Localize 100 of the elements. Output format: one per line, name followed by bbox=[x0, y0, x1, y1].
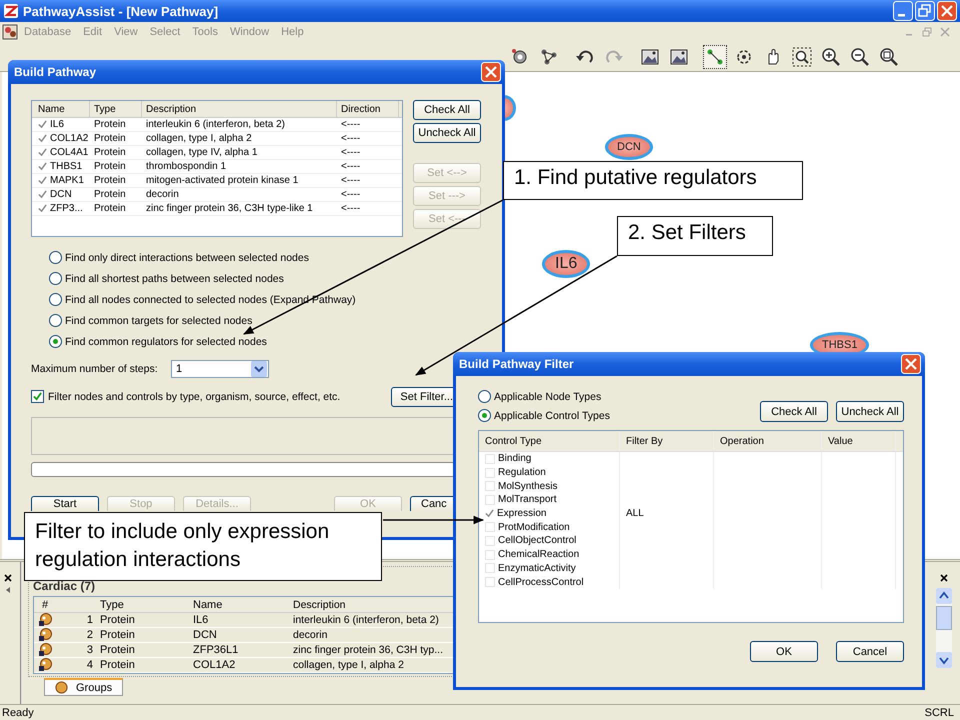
row-number: 3 bbox=[86, 644, 93, 656]
node: DCN bbox=[605, 134, 653, 160]
table-cell: EnzymaticActivity bbox=[498, 562, 576, 574]
window-title: PathwayAssist - [New Pathway] bbox=[23, 4, 220, 18]
row-number: 4 bbox=[86, 659, 93, 671]
radio-button[interactable] bbox=[478, 409, 491, 422]
radio-button[interactable] bbox=[49, 335, 62, 348]
table-cell: DCN bbox=[50, 189, 72, 200]
table-cell-text: <---- bbox=[340, 174, 362, 187]
tab[interactable]: Groups bbox=[44, 678, 124, 696]
table-cell-text: Protein bbox=[93, 132, 127, 145]
zoom-box-icon[interactable] bbox=[790, 44, 814, 68]
minimize-button[interactable] bbox=[893, 1, 913, 21]
column-header[interactable]: Description bbox=[142, 101, 337, 117]
table-cell-text: Protein bbox=[99, 629, 136, 641]
table-cell-text: DCN bbox=[192, 629, 218, 641]
dialog-title: Build Pathway Filter bbox=[459, 357, 574, 371]
table-cell: IL6 bbox=[50, 119, 64, 130]
status-indicator: SCRL bbox=[924, 706, 954, 718]
table-cell-text: decorin bbox=[145, 188, 180, 201]
close-icon[interactable] bbox=[4, 574, 12, 582]
radio-button[interactable] bbox=[49, 251, 62, 264]
scroll-thumb[interactable] bbox=[936, 606, 952, 630]
button[interactable]: Uncheck All bbox=[413, 123, 481, 143]
table-cell: CellProcessControl bbox=[498, 576, 584, 588]
table-cell-text: Protein bbox=[99, 614, 136, 626]
arrow-left-icon[interactable] bbox=[4, 586, 12, 594]
column-header[interactable]: Direction bbox=[337, 101, 399, 117]
table-cell-text: Protein bbox=[93, 160, 127, 173]
table-cell: ZFP3... bbox=[50, 203, 83, 214]
option-label[interactable]: Find all shortest paths between selected nodes bbox=[65, 272, 284, 284]
check-icon[interactable] bbox=[485, 509, 494, 518]
dialog-title: Build Pathway bbox=[14, 65, 96, 79]
scroll-up-button[interactable] bbox=[936, 588, 952, 604]
table-cell-text: <---- bbox=[340, 132, 362, 145]
table-cell: ChemicalReaction bbox=[498, 549, 580, 560]
steps-dropdown[interactable]: 1 bbox=[171, 360, 269, 378]
table-cell: MAPK1 bbox=[50, 175, 84, 186]
table-cell-text: <---- bbox=[340, 146, 362, 159]
button[interactable]: Check All bbox=[760, 401, 828, 422]
table-cell: ALL bbox=[626, 508, 644, 520]
node: IL6 bbox=[542, 250, 590, 278]
button[interactable]: OK bbox=[750, 641, 818, 662]
table-cell-text: <---- bbox=[340, 202, 362, 215]
table-cell-text: Protein bbox=[93, 202, 127, 215]
button[interactable]: Check All bbox=[413, 100, 481, 120]
check-icon[interactable] bbox=[38, 176, 47, 185]
connector-icon[interactable] bbox=[703, 44, 727, 68]
table-cell: CellObjectControl bbox=[498, 535, 576, 546]
table-cell: Binding bbox=[498, 453, 532, 464]
table-cell: ProtModification bbox=[498, 522, 570, 533]
check-icon[interactable] bbox=[38, 190, 47, 199]
table-cell: COL4A1 bbox=[50, 147, 88, 158]
button[interactable]: Cancel bbox=[836, 641, 904, 662]
table-cell-text: Protein bbox=[99, 644, 136, 656]
restore-button[interactable] bbox=[915, 1, 935, 21]
table-cell-text: decorin bbox=[292, 629, 328, 641]
column-header[interactable]: Name bbox=[189, 598, 289, 610]
table-cell-text: IL6 bbox=[192, 614, 210, 626]
group-title: Cardiac (7) bbox=[33, 579, 96, 593]
radio-button[interactable] bbox=[478, 390, 491, 403]
table-cell-text: interleukin 6 (interferon, beta 2) bbox=[145, 118, 286, 131]
column-header[interactable]: # bbox=[34, 598, 96, 610]
table-cell-text: collagen, type IV, alpha 1 bbox=[145, 146, 258, 159]
table-cell-text: mitogen-activated protein kinase 1 bbox=[145, 174, 300, 187]
column-header[interactable]: Operation bbox=[714, 431, 822, 451]
button[interactable]: Uncheck All bbox=[836, 401, 904, 422]
column-header[interactable]: Name bbox=[32, 101, 90, 117]
check-icon[interactable] bbox=[38, 204, 47, 213]
option-label[interactable]: Find common targets for selected nodes bbox=[65, 314, 252, 326]
option-label[interactable]: Find only direct interactions between selected nodes bbox=[65, 252, 309, 264]
scroll-down-button[interactable] bbox=[936, 652, 952, 668]
table-cell-text: Protein bbox=[93, 118, 127, 131]
table-cell-text: <---- bbox=[340, 188, 362, 201]
close-icon[interactable] bbox=[940, 574, 948, 582]
check-icon[interactable] bbox=[38, 162, 47, 171]
table-cell-text: Protein bbox=[99, 659, 136, 671]
table-cell-text: zinc finger protein 36, C3H type-like 1 bbox=[145, 202, 314, 215]
column-header[interactable]: Type bbox=[96, 598, 189, 610]
check-icon[interactable] bbox=[38, 134, 47, 143]
checkbox[interactable] bbox=[31, 390, 44, 403]
table-cell: MolSynthesis bbox=[498, 480, 558, 492]
option-label[interactable]: Applicable Node Types bbox=[494, 390, 602, 402]
radio-button[interactable] bbox=[49, 293, 62, 306]
check-icon[interactable] bbox=[38, 120, 47, 129]
checkbox-label[interactable]: Filter nodes and controls by type, organism, source, effect, etc. bbox=[48, 390, 340, 402]
option-label[interactable]: Applicable Control Types bbox=[494, 410, 610, 422]
column-header[interactable]: Type bbox=[90, 101, 142, 117]
callout: Filter to include only expression regulation interactions bbox=[24, 512, 382, 581]
option-label[interactable]: Find all nodes connected to selected nodes (Expand Pathway) bbox=[65, 294, 356, 306]
button[interactable]: Start bbox=[31, 496, 99, 511]
table-cell: THBS1 bbox=[50, 161, 82, 172]
radio-button[interactable] bbox=[49, 314, 62, 327]
column-header[interactable]: Filter By bbox=[620, 431, 714, 451]
check-icon[interactable] bbox=[38, 148, 47, 157]
radio-button[interactable] bbox=[49, 272, 62, 285]
option-label[interactable]: Find common regulators for selected nodes bbox=[65, 336, 267, 348]
document-icon bbox=[2, 24, 18, 40]
column-header[interactable]: Value bbox=[822, 431, 896, 451]
column-header[interactable]: Control Type bbox=[479, 431, 620, 451]
